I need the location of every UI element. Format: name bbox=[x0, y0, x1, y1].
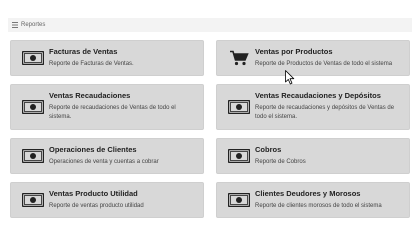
cart-icon bbox=[227, 50, 251, 66]
report-card-clientes-deudores[interactable]: Clientes Deudores y Morosos Reporte de c… bbox=[216, 182, 410, 218]
report-card-ventas-productos[interactable]: Ventas por Productos Reporte de Producto… bbox=[216, 40, 410, 76]
report-card-facturas-ventas[interactable]: Facturas de Ventas Reporte de Facturas d… bbox=[10, 40, 204, 76]
report-card-ventas-producto-utilidad[interactable]: Ventas Producto Utilidad Reporte de vent… bbox=[10, 182, 204, 218]
money-icon bbox=[21, 50, 45, 66]
card-description: Reporte de ventas producto utilidad bbox=[49, 203, 144, 209]
card-description: Reporte de Productos de Ventas de todo e… bbox=[255, 61, 393, 67]
card-title: Facturas de Ventas bbox=[49, 47, 118, 56]
card-title: Operaciones de Clientes bbox=[49, 145, 137, 154]
report-card-cobros[interactable]: Cobros Reporte de Cobros bbox=[216, 138, 410, 174]
card-description: Reporte de Facturas de Ventas. bbox=[49, 61, 134, 67]
card-description: Reporte de clientes morosos de todo el s… bbox=[255, 203, 382, 209]
breadcrumb-label: Reportes bbox=[21, 22, 46, 28]
list-icon bbox=[12, 22, 18, 28]
card-title: Clientes Deudores y Morosos bbox=[255, 189, 361, 198]
report-card-ventas-recaudaciones-depositos[interactable]: Ventas Recaudaciones y Depósitos Reporte… bbox=[216, 84, 410, 130]
card-description: Reporte de Cobros bbox=[255, 159, 306, 165]
card-description: Reporte de recaudaciones de Ventas de to… bbox=[49, 105, 176, 120]
card-title: Ventas Recaudaciones y Depósitos bbox=[255, 91, 381, 100]
card-description: Reporte de recaudaciones y depósitos de … bbox=[255, 105, 395, 120]
money-icon bbox=[227, 148, 251, 164]
card-title: Cobros bbox=[255, 145, 282, 154]
card-title: Ventas por Productos bbox=[255, 47, 333, 56]
mouse-cursor-icon bbox=[285, 70, 295, 85]
card-description: Operaciones de venta y cuentas a cobrar bbox=[49, 159, 159, 165]
report-card-ventas-recaudaciones[interactable]: Ventas Recaudaciones Reporte de recaudac… bbox=[10, 84, 204, 130]
money-icon bbox=[227, 99, 251, 115]
money-icon bbox=[21, 99, 45, 115]
money-icon bbox=[227, 192, 251, 208]
report-card-operaciones-clientes[interactable]: Operaciones de Clientes Operaciones de v… bbox=[10, 138, 204, 174]
card-title: Ventas Recaudaciones bbox=[49, 91, 131, 100]
money-icon bbox=[21, 148, 45, 164]
breadcrumb: Reportes bbox=[8, 18, 412, 32]
money-icon bbox=[21, 192, 45, 208]
card-title: Ventas Producto Utilidad bbox=[49, 189, 138, 198]
